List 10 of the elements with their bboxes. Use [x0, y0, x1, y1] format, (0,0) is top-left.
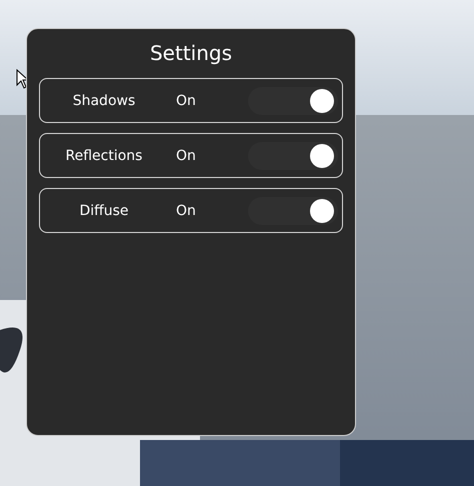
- setting-label: Reflections: [64, 148, 144, 164]
- toggle-switch[interactable]: [248, 86, 338, 114]
- setting-value: On: [176, 92, 197, 108]
- setting-value: On: [176, 148, 197, 164]
- setting-value: On: [176, 202, 197, 218]
- toggle-switch[interactable]: [248, 196, 338, 224]
- toggle-switch[interactable]: [248, 142, 338, 170]
- setting-label: Diffuse: [78, 202, 130, 218]
- panel-title: Settings: [148, 41, 234, 65]
- setting-label: Shadows: [72, 92, 136, 108]
